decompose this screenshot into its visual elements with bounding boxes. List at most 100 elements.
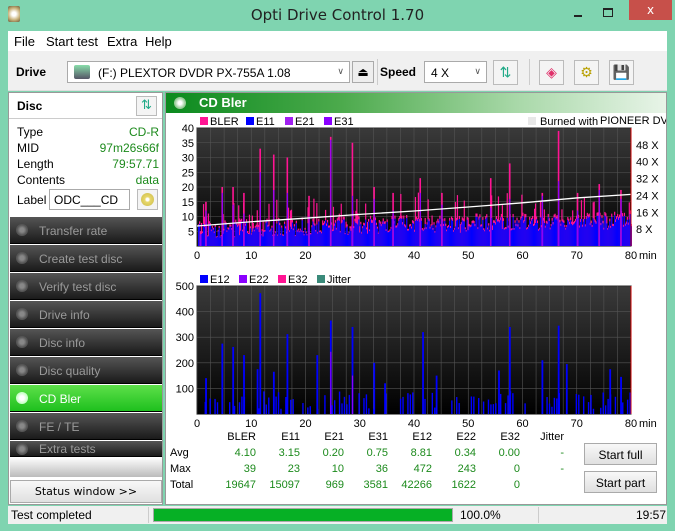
e12-bar: [307, 407, 309, 414]
legend-label: BLER: [210, 116, 239, 128]
drive-label: Drive: [16, 65, 47, 79]
stats-cell: 0.75: [366, 447, 388, 459]
e12-bar: [470, 396, 473, 414]
nav-disc-quality[interactable]: Disc quality: [10, 357, 162, 384]
stats-cell: 8.81: [410, 447, 432, 459]
stats-header-bler: BLER: [227, 431, 256, 443]
y-tick-label: 15: [182, 197, 194, 209]
status-window-button[interactable]: Status window >>: [10, 480, 162, 503]
e12-bar: [277, 392, 280, 414]
x-tick-label: 10: [245, 418, 257, 430]
disc-refresh-button[interactable]: ⇅: [136, 96, 157, 116]
y-tick-label: 40: [182, 123, 194, 135]
e12-bar: [341, 403, 343, 414]
nav-drive-info[interactable]: Drive info: [10, 301, 162, 328]
nav-create-test-disc[interactable]: Create test disc: [10, 245, 162, 272]
speed-select[interactable]: 4 X ∨: [424, 61, 487, 83]
e12-peak: [498, 370, 500, 414]
e31-peak: [243, 213, 245, 246]
y-tick-label: 20: [182, 182, 194, 194]
disc-label-input[interactable]: ODC___CD: [49, 189, 130, 210]
e22-peak: [330, 351, 332, 414]
start-part-button[interactable]: Start part: [584, 471, 657, 493]
e12-bar: [333, 400, 336, 414]
e12-bar: [343, 396, 346, 414]
minimize-button[interactable]: [572, 5, 586, 19]
e12-bar: [241, 396, 243, 414]
menu-extra[interactable]: Extra: [107, 34, 137, 49]
x-tick-label: 30: [354, 418, 366, 430]
stats-header-e31: E31: [368, 431, 388, 443]
progress-fill: [154, 509, 452, 521]
e12-bar: [368, 408, 370, 414]
drive-select[interactable]: (F:) PLEXTOR DVDR PX-755A 1.08 ∨: [67, 61, 350, 83]
refresh-icon: ⇅: [141, 98, 152, 113]
save-button[interactable]: 💾: [609, 60, 634, 85]
stats-header-e12: E12: [412, 431, 432, 443]
disc-mid-key: MID: [17, 141, 39, 155]
e12-bar: [499, 393, 502, 414]
stats-cell: 0: [513, 479, 520, 491]
disc-icon: [16, 252, 28, 264]
e12-bar: [458, 403, 460, 414]
refresh-speed-button[interactable]: ⇅: [493, 60, 518, 85]
stats-cell: 15097: [269, 479, 300, 491]
menu-help[interactable]: Help: [145, 34, 172, 49]
toolbar: Drive (F:) PLEXTOR DVDR PX-755A 1.08 ∨ ⏏…: [8, 51, 667, 91]
legend-swatch: [285, 117, 293, 125]
stats-cell: 4.10: [234, 447, 256, 459]
nav-verify-test-disc[interactable]: Verify test disc: [10, 273, 162, 300]
settings-button[interactable]: ⚙: [574, 60, 599, 85]
start-full-button[interactable]: Start full: [584, 443, 657, 465]
x-tick-label: 50: [462, 418, 474, 430]
status-divider: [148, 507, 149, 523]
e12-bar: [229, 402, 231, 414]
close-button[interactable]: x: [629, 0, 672, 20]
toolbar-divider: [529, 59, 530, 85]
maximize-button[interactable]: [603, 8, 613, 17]
legend-label: E12: [210, 274, 230, 286]
stats-header-jitter: Jitter: [540, 431, 564, 443]
chart2-legend: E12 E22 E32 Jitter: [200, 274, 351, 286]
e31-peak: [308, 216, 310, 246]
erase-button[interactable]: ◈: [539, 60, 564, 85]
e31-peak: [205, 210, 207, 246]
stats-cell: 3581: [363, 479, 388, 491]
x-tick-label: 50: [462, 250, 474, 262]
nav-cd-bler[interactable]: CD Bler: [10, 385, 162, 412]
eject-button[interactable]: ⏏: [352, 61, 374, 83]
y-tick-label: 300: [176, 332, 194, 344]
stats-cell: 0.20: [322, 447, 344, 459]
y-tick-label: 500: [176, 281, 194, 293]
cd-label-button[interactable]: [137, 189, 158, 210]
e12-peak: [435, 375, 438, 414]
e12-bar: [275, 396, 277, 414]
stats-cell: 0: [513, 463, 520, 475]
x-tick-label: 80: [625, 418, 637, 430]
menu-file[interactable]: File: [14, 34, 35, 49]
toolbar-divider: [377, 59, 378, 85]
nav-fe-te[interactable]: FE / TE: [10, 413, 162, 440]
stats-cell: 969: [325, 479, 344, 491]
legend-swatch: [200, 275, 208, 283]
nav-extra-tests[interactable]: Extra tests: [10, 441, 162, 457]
y-tick-label: 30: [182, 153, 194, 165]
e12-peak: [316, 355, 319, 414]
disc-length-row: Length 79:57.71: [17, 157, 159, 171]
save-icon: 💾: [612, 64, 631, 80]
e12-bar: [524, 403, 526, 414]
e12-bar: [451, 400, 453, 414]
menu-start-test[interactable]: Start test: [46, 34, 98, 49]
stats-cell: 243: [457, 463, 476, 475]
e12-peak: [256, 369, 259, 414]
e22-peak: [351, 375, 354, 414]
nav-transfer-rate[interactable]: Transfer rate: [10, 217, 162, 244]
y2-tick-label: 24 X: [636, 190, 659, 202]
e12-peak: [221, 343, 224, 414]
burned-with-label: Burned with: [540, 116, 598, 128]
disc-mid-row: MID 97m26s66f: [17, 141, 159, 155]
nav-disc-info[interactable]: Disc info: [10, 329, 162, 356]
status-divider: [538, 507, 539, 523]
y2-tick-label: 8 X: [636, 224, 653, 236]
disc-length-value: 79:57.71: [112, 157, 159, 171]
